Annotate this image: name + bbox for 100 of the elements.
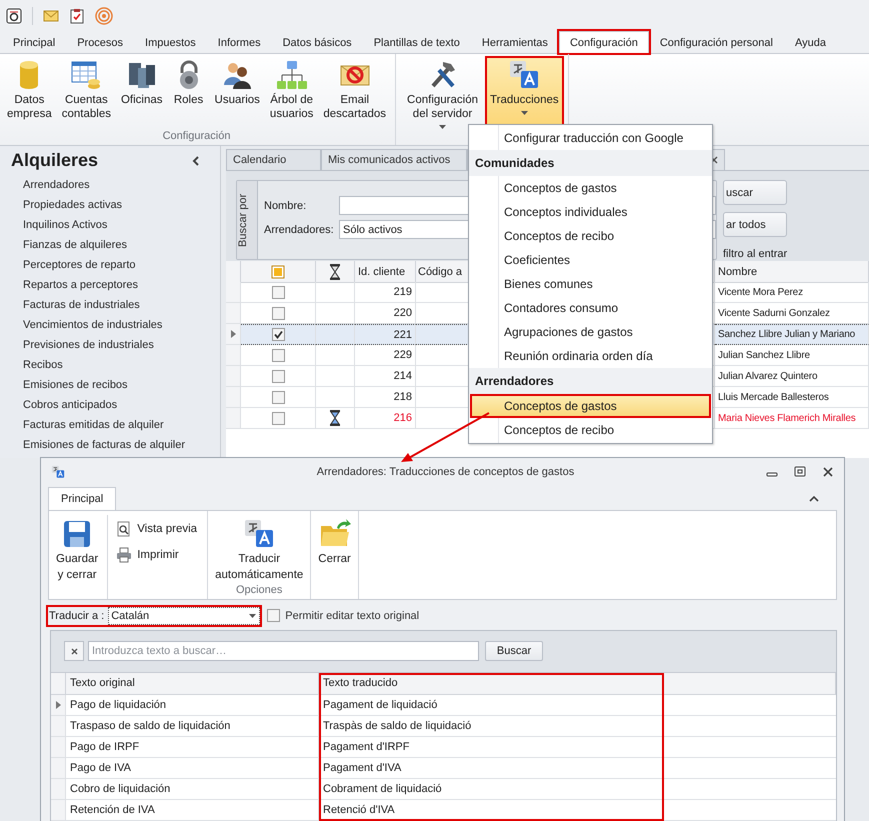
menu-item[interactable]: Conceptos de recibo: [469, 418, 712, 442]
document-tab[interactable]: Calendario: [226, 149, 321, 170]
sidebar-link[interactable]: Previsiones de industriales: [0, 335, 220, 355]
field-label: Traducir a :: [49, 610, 104, 622]
table-cell: Pago de IVA: [66, 758, 319, 779]
checkbox[interactable]: [272, 306, 284, 320]
ribbon-tab[interactable]: Procesos: [66, 31, 134, 53]
row-pointer-icon: [56, 700, 60, 709]
collapse-icon[interactable]: [192, 156, 200, 166]
ribbon-button[interactable]: Usuarios: [210, 56, 265, 129]
ribbon-tab[interactable]: Configuración: [558, 31, 649, 53]
close-icon[interactable]: [822, 466, 834, 478]
table-cell: 214: [355, 366, 416, 387]
hourglass-icon[interactable]: [328, 264, 342, 280]
search-button[interactable]: uscar: [723, 180, 787, 205]
menu-item[interactable]: Reunión ordinaria orden día: [469, 344, 712, 368]
ribbon-button[interactable]: Datos empresa: [2, 56, 57, 129]
search-button[interactable]: Buscar: [485, 641, 543, 662]
search-button[interactable]: ar todos: [723, 212, 787, 237]
sidebar-link[interactable]: Emisiones de facturas de alquiler: [0, 435, 220, 455]
sidebar-link[interactable]: Vencimientos de industriales: [0, 315, 220, 335]
sidebar-link[interactable]: Propiedades activas: [0, 195, 220, 215]
checkbox[interactable]: [272, 328, 284, 341]
checkbox[interactable]: [272, 348, 284, 362]
table-cell: Pago de IRPF: [66, 736, 319, 758]
window-title: Arrendadores: Traducciones de conceptos de gastos: [316, 466, 576, 478]
table-cell: Traspàs de saldo de liquidació: [319, 716, 664, 737]
group-label: Configuración: [162, 129, 232, 144]
checkbox[interactable]: [272, 412, 284, 424]
clear-search-button[interactable]: [64, 641, 84, 662]
ribbon-tab[interactable]: Ayuda: [784, 31, 837, 53]
ribbon-button[interactable]: Cuentas contables: [56, 56, 116, 129]
caret-icon: [249, 614, 256, 618]
ribbon-tab[interactable]: Herramientas: [470, 31, 559, 53]
ribbon-tab[interactable]: Configuración personal: [648, 31, 784, 53]
sidebar-link[interactable]: Arrendadores: [0, 175, 220, 195]
ribbon-button[interactable]: Email descartados: [318, 56, 392, 129]
clipboard-icon[interactable]: [69, 8, 85, 24]
close-icon: [70, 648, 78, 655]
sidebar-link[interactable]: Repartos a perceptores: [0, 275, 220, 295]
checkbox[interactable]: [272, 286, 284, 298]
table-cell: Retenció d'IVA: [319, 800, 664, 821]
ribbon-button[interactable]: Árbol de usuarios: [264, 56, 318, 129]
ribbon-tab[interactable]: Datos básicos: [272, 31, 363, 53]
select-all-checkbox[interactable]: [271, 264, 285, 278]
ribbon-button[interactable]: Oficinas: [116, 56, 168, 129]
checkbox[interactable]: [272, 390, 284, 404]
printer-icon: [116, 547, 132, 564]
ribbon-button[interactable]: Traducir automáticamente: [212, 515, 306, 584]
menu-item[interactable]: Contadores consumo: [469, 296, 712, 320]
menu-item[interactable]: Conceptos individuales: [469, 200, 712, 224]
ribbon-button[interactable]: Vista previa: [114, 519, 200, 540]
sidebar-link[interactable]: Emisiones de recibos: [0, 375, 220, 395]
app-icon[interactable]: [6, 8, 22, 24]
ribbon-button[interactable]: Configuración del servidor: [402, 56, 484, 129]
ribbon-tab[interactable]: Informes: [206, 31, 272, 53]
table-cell: 221: [355, 324, 416, 345]
envelope-icon[interactable]: [43, 8, 59, 24]
ribbon-button[interactable]: Cerrar: [315, 515, 354, 584]
sidebar-link[interactable]: Fianzas de alquileres: [0, 235, 220, 255]
table-cell: Lluis Mercade Ballesteros: [715, 387, 869, 408]
chevron-up-icon[interactable]: [809, 495, 819, 502]
sidebar-link[interactable]: Cobros anticipados: [0, 395, 220, 415]
menu-item[interactable]: Conceptos de gastos: [470, 394, 711, 418]
menu-item[interactable]: Agrupaciones de gastos: [469, 320, 712, 344]
restore-icon[interactable]: [794, 466, 806, 478]
ribbon-tab[interactable]: Principal: [2, 31, 66, 53]
ribbon-button[interactable]: Roles: [168, 56, 210, 129]
menu-item[interactable]: Configurar traducción con Google: [469, 126, 712, 150]
document-tab[interactable]: Mis comunicados activos: [321, 149, 467, 170]
ribbon-tab[interactable]: Principal: [48, 487, 116, 510]
table-cell: Sanchez Llibre Julian y Mariano: [715, 324, 869, 345]
sidebar-link[interactable]: Perceptores de reparto: [0, 255, 220, 275]
translate-icon: [51, 464, 65, 479]
table-cell: 219: [355, 282, 416, 303]
menu-item[interactable]: Conceptos de gastos: [469, 176, 712, 200]
table-cell: 216: [355, 408, 416, 429]
spreadsheet-icon: [70, 59, 102, 91]
sidebar-link[interactable]: Recibos: [0, 355, 220, 375]
table-cell: 218: [355, 387, 416, 408]
magnifier-page-icon: [116, 521, 132, 538]
ribbon-tab[interactable]: Impuestos: [134, 31, 207, 53]
sidebar-link[interactable]: Facturas de industriales: [0, 295, 220, 315]
column-header: Id. cliente: [355, 261, 416, 283]
table-cell: 229: [355, 345, 416, 366]
checkbox[interactable]: [272, 370, 284, 382]
checkbox-label: Permitir editar texto original: [285, 610, 420, 622]
ribbon-button[interactable]: Guardar y cerrar: [53, 515, 102, 584]
sidebar-link[interactable]: Facturas emitidas de alquiler: [0, 415, 220, 435]
field-label: Nombre:: [264, 200, 308, 212]
search-field[interactable]: Introduzca texto a buscar…: [88, 641, 479, 662]
table-cell: Retención de IVA: [66, 800, 319, 821]
menu-header: Arrendadores: [469, 368, 712, 394]
sidebar-link[interactable]: Inquilinos Activos: [0, 215, 220, 235]
group-label: Buscar por: [237, 181, 258, 259]
ribbon-tab[interactable]: Plantillas de texto: [362, 31, 471, 53]
ribbon-button[interactable]: Imprimir: [114, 545, 200, 566]
language-dropdown[interactable]: Catalán: [108, 606, 260, 625]
checkbox[interactable]: [267, 609, 280, 622]
menu-item[interactable]: Conceptos de recibo: [469, 224, 712, 248]
